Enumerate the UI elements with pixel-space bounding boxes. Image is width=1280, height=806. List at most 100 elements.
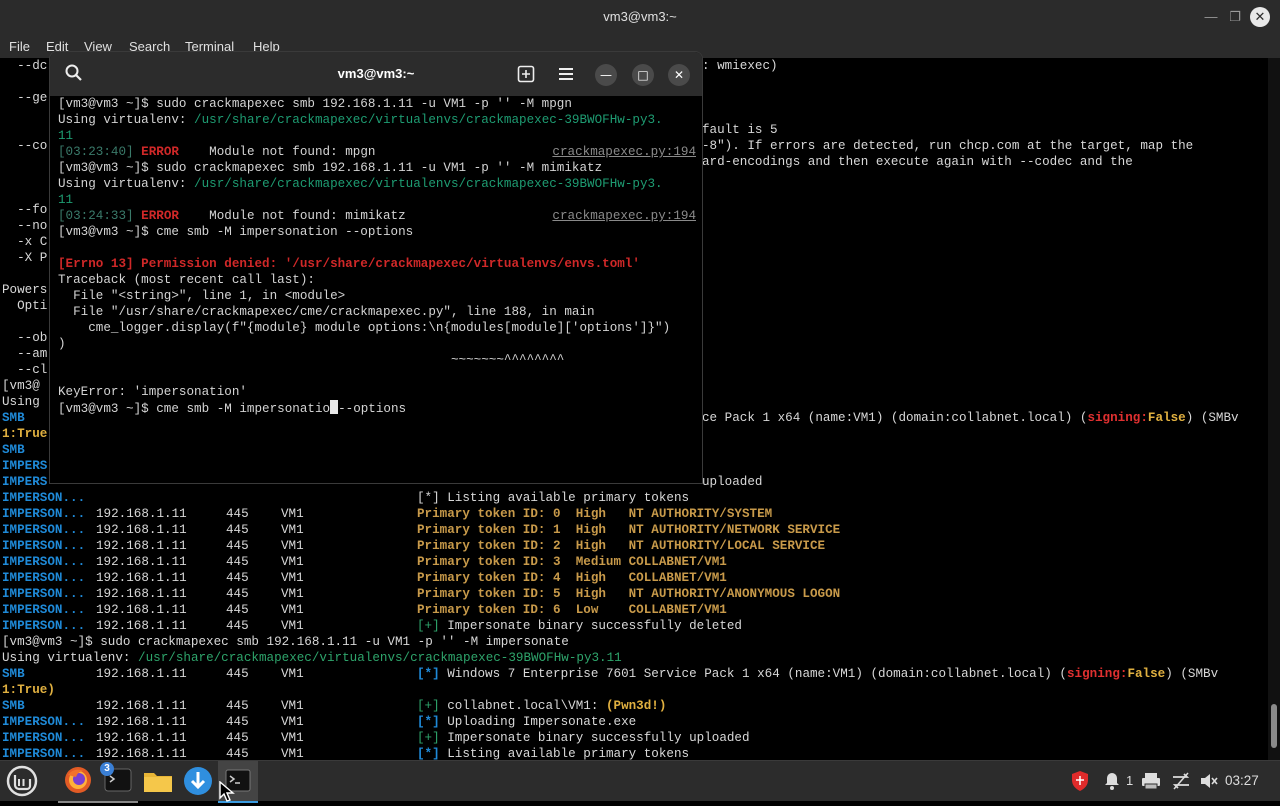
message-text: collabnet.local\VM1: <box>439 699 606 713</box>
message: [*] Windows 7 Enterprise 7601 Service Pa… <box>417 666 1218 682</box>
venv-path-wrap: 11 <box>58 193 74 207</box>
message: Primary token ID: 1 High NT AUTHORITY/NE… <box>417 522 840 538</box>
status-bracket: [*] <box>417 715 440 729</box>
source-location: crackmapexec.py:194 <box>552 209 696 223</box>
line-fragment-left: --co <box>2 139 48 153</box>
port: 445 <box>226 555 249 569</box>
module-tag: SMB <box>2 667 25 681</box>
message-text: Impersonate binary successfully deleted <box>439 619 742 633</box>
message-text: Windows 7 Enterprise 7601 Service Pack 1… <box>439 667 1067 681</box>
error-line: [03:23:40] ERROR Module not found: mpgn <box>58 144 375 160</box>
log-level: ERROR <box>141 209 179 223</box>
front-terminal-output[interactable]: [vm3@vm3 ~]$ sudo crackmapexec smb 192.1… <box>50 96 702 483</box>
port: 445 <box>226 731 249 745</box>
terminal-line: Traceback (most recent call last): <box>58 273 315 287</box>
prompt-text: --options <box>338 402 407 416</box>
back-output-line: IMPERSON... [*] Listing available primary… <box>0 490 1266 506</box>
back-terminal-scrollbar[interactable] <box>1268 58 1280 760</box>
firefox-icon[interactable] <box>58 761 98 803</box>
hamburger-menu-icon[interactable] <box>556 64 576 84</box>
ip-address: 192.168.1.11 <box>96 667 187 681</box>
venv-label: Using virtualenv: <box>58 113 195 127</box>
maximize-icon[interactable]: ❐ <box>1224 6 1246 28</box>
terminal-launcher-icon[interactable]: 3 <box>98 761 138 803</box>
terminal-window-count-badge: 3 <box>100 762 114 776</box>
line-fragment-right: : wmiexec) <box>702 59 778 73</box>
printer-icon[interactable] <box>1140 761 1162 801</box>
port: 445 <box>226 667 249 681</box>
message-text: ) (SMBv <box>1165 667 1219 681</box>
line-fragment-left: Opti <box>2 299 48 313</box>
maximize-icon[interactable]: □ <box>632 64 654 86</box>
close-icon[interactable]: ✕ <box>1250 7 1270 27</box>
terminal-line: KeyError: 'impersonation' <box>58 385 247 399</box>
timestamp: [03:24:33] <box>58 209 134 223</box>
line-fragment-left: -X P <box>2 251 48 265</box>
module-tag: IMPERSON... <box>2 523 86 537</box>
hostname: VM1 <box>281 603 304 617</box>
close-icon[interactable]: ✕ <box>668 64 690 86</box>
minimize-icon[interactable]: — <box>1200 6 1222 28</box>
port: 445 <box>226 571 249 585</box>
message-text: Impersonate binary successfully uploaded <box>439 731 750 745</box>
venv-path: /usr/share/crackmapexec/virtualenvs/crac… <box>138 651 622 665</box>
port: 445 <box>226 747 249 760</box>
clock[interactable]: 03:27 <box>1225 773 1259 788</box>
module-tag: SMB <box>2 411 25 425</box>
venv-line: Using virtualenv: /usr/share/crackmapexe… <box>58 112 663 128</box>
menu-file[interactable]: File <box>9 39 30 54</box>
module-tag: IMPERSON... <box>2 491 86 505</box>
new-tab-icon[interactable] <box>516 64 536 84</box>
port: 445 <box>226 603 249 617</box>
ip-address: 192.168.1.11 <box>96 619 187 633</box>
network-icon[interactable] <box>1170 761 1192 801</box>
line-fragment-left: --am <box>2 347 48 361</box>
back-output-line: IMPERSON... 192.168.1.11 445 VM1 [+] Imperso… <box>0 618 1266 634</box>
error-message: Module not found: mimikatz <box>178 209 406 223</box>
terminal-line: cme_logger.display(f"{module} module opt… <box>58 321 671 335</box>
line-fragment-left: --cl <box>2 363 48 377</box>
hostname: VM1 <box>281 555 304 569</box>
message: Primary token ID: 0 High NT AUTHORITY/SY… <box>417 506 772 522</box>
module-tag: IMPERSON... <box>2 539 86 553</box>
ip-address: 192.168.1.11 <box>96 507 187 521</box>
mint-menu-icon[interactable] <box>4 761 40 801</box>
module-tag: 1:True <box>2 427 48 441</box>
message-text: Listing available primary tokens <box>439 747 690 760</box>
notifications-icon[interactable] <box>1102 761 1122 801</box>
ip-address: 192.168.1.11 <box>96 571 187 585</box>
hostname: VM1 <box>281 587 304 601</box>
prompt-text: [vm3@vm3 ~]$ cme smb -M impersonatio <box>58 402 331 416</box>
back-window-titlebar: vm3@vm3:~ — ❐ ✕ <box>0 0 1280 34</box>
hostname: VM1 <box>281 619 304 633</box>
message-text: Primary token ID: 1 High NT AUTHORITY/NE… <box>417 523 841 537</box>
pwned-badge: (Pwn3d!) <box>605 699 667 713</box>
ip-address: 192.168.1.11 <box>96 731 187 745</box>
prompt-line[interactable]: [vm3@vm3 ~]$ cme smb -M impersonatio --op… <box>58 400 406 417</box>
wrapped-text: 1:True) <box>2 683 55 697</box>
shield-icon[interactable] <box>1068 761 1092 801</box>
module-tag: IMPERSON... <box>2 747 86 760</box>
back-output-line: IMPERSON... 192.168.1.11 445 VM1 Primary tok… <box>0 554 1266 570</box>
venv-label: Using virtualenv: <box>2 651 139 665</box>
line-fragment-left: Using <box>2 395 40 409</box>
port: 445 <box>226 715 249 729</box>
terminal-line: File "/usr/share/crackmapexec/cme/crackm… <box>58 305 595 319</box>
download-manager-icon[interactable] <box>178 761 218 801</box>
module-tag: IMPERSON... <box>2 603 86 617</box>
line-fragment-right: ard-encodings and then execute again wit… <box>702 155 1133 169</box>
message: [*] Listing available primary tokens <box>417 746 689 760</box>
minimize-icon[interactable]: — <box>595 64 617 86</box>
files-folder-icon[interactable] <box>138 761 178 801</box>
volume-muted-icon[interactable] <box>1198 761 1220 801</box>
terminal-line: File "<string>", line 1, in <module> <box>58 289 346 303</box>
front-terminal-window: vm3@vm3:~ — □ ✕ [vm3@vm3 ~]$ sudo crackm… <box>49 51 703 484</box>
scrollbar-thumb[interactable] <box>1271 704 1277 748</box>
error-line: [03:24:33] ERROR Module not found: mimik… <box>58 208 406 224</box>
ip-address: 192.168.1.11 <box>96 523 187 537</box>
message-text: Primary token ID: 2 High NT AUTHORITY/LO… <box>417 539 826 553</box>
signing-key: signing: <box>1087 411 1148 425</box>
message: Primary token ID: 5 High NT AUTHORITY/AN… <box>417 586 840 602</box>
message-text: Primary token ID: 0 High NT AUTHORITY/SY… <box>417 507 773 521</box>
